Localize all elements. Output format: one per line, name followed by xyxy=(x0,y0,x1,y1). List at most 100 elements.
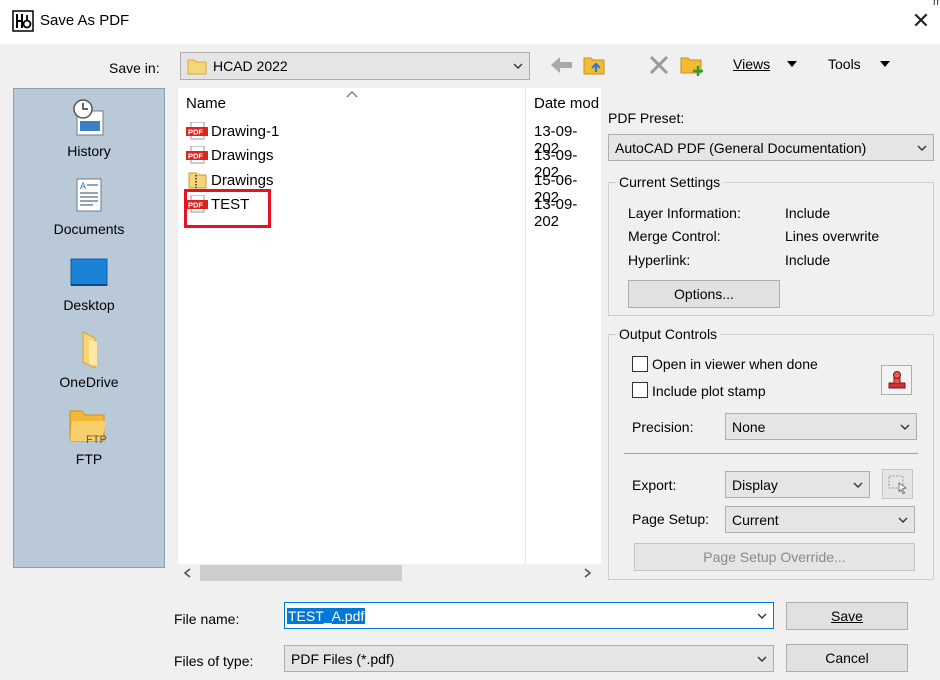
precision-value: None xyxy=(732,418,766,435)
scroll-left-icon[interactable] xyxy=(183,568,191,578)
file-list[interactable]: Name Date mod PDF Drawing-1 13-09-202 PD… xyxy=(178,88,601,564)
sort-ascending-icon xyxy=(346,91,358,98)
save-in-label: Save in: xyxy=(109,60,160,76)
column-header-name[interactable]: Name xyxy=(186,95,226,112)
chevron-down-icon xyxy=(757,613,767,619)
setting-key: Layer Information: xyxy=(628,205,741,221)
precision-label: Precision: xyxy=(632,419,694,435)
desktop-icon xyxy=(70,258,108,286)
places-bar: History A Documents Desktop OneDrive FTP… xyxy=(13,88,165,568)
views-dropdown-arrow-icon[interactable] xyxy=(786,60,798,68)
options-button[interactable]: Options... xyxy=(628,280,780,308)
place-ftp[interactable]: FTP FTP xyxy=(14,407,164,467)
place-documents[interactable]: A Documents xyxy=(14,175,164,237)
column-header-date[interactable]: Date mod xyxy=(534,95,599,112)
place-label: History xyxy=(67,143,111,159)
chevron-down-icon xyxy=(513,63,523,69)
column-separator[interactable] xyxy=(525,88,526,564)
page-setup-value: Current xyxy=(732,511,779,528)
title-bar xyxy=(0,0,940,44)
chevron-down-icon xyxy=(757,656,767,662)
horizontal-scrollbar[interactable] xyxy=(178,564,601,582)
documents-icon: A xyxy=(76,178,102,212)
ftp-folder-icon: FTP xyxy=(69,410,107,446)
stamp-icon xyxy=(888,371,905,389)
history-icon xyxy=(73,99,104,136)
up-folder-icon[interactable] xyxy=(582,52,608,78)
file-name: Drawings xyxy=(211,171,274,189)
save-in-value: HCAD 2022 xyxy=(213,58,288,74)
select-window-icon xyxy=(888,475,907,495)
pdf-file-icon: PDF xyxy=(186,122,208,140)
chevron-down-icon xyxy=(898,517,908,523)
tools-menu[interactable]: Tools xyxy=(828,56,861,72)
cancel-button[interactable]: Cancel xyxy=(786,644,908,672)
views-menu[interactable]: Views xyxy=(733,56,770,72)
scrollbar-thumb[interactable] xyxy=(200,565,402,581)
export-value: Display xyxy=(732,476,778,493)
highlight-box xyxy=(184,189,271,228)
file-name-value: TEST_A.pdf xyxy=(287,607,366,624)
app-icon xyxy=(12,10,34,32)
svg-text:A: A xyxy=(80,181,86,191)
setting-key: Merge Control: xyxy=(628,228,721,244)
zip-folder-icon xyxy=(188,172,207,189)
section-divider xyxy=(624,453,918,454)
save-button[interactable]: Save xyxy=(786,602,908,630)
close-icon[interactable]: ✕ xyxy=(906,8,936,36)
place-label: Desktop xyxy=(63,297,115,313)
save-in-dropdown[interactable]: HCAD 2022 xyxy=(180,52,530,80)
select-window-button[interactable] xyxy=(882,469,913,499)
place-onedrive[interactable]: OneDrive xyxy=(14,330,164,390)
chevron-down-icon xyxy=(853,482,863,488)
open-in-viewer-checkbox[interactable] xyxy=(632,356,648,372)
page-setup-override-button[interactable]: Page Setup Override... xyxy=(634,543,915,571)
export-label: Export: xyxy=(632,477,677,493)
list-item[interactable]: PDF Drawings xyxy=(186,143,274,167)
file-date: 13-09-202 xyxy=(534,196,578,230)
new-folder-icon[interactable] xyxy=(679,52,705,78)
setting-value: Include xyxy=(785,252,831,268)
onedrive-folder-icon xyxy=(82,331,97,369)
place-label: Documents xyxy=(53,221,125,237)
export-dropdown[interactable]: Display xyxy=(725,471,870,498)
place-desktop[interactable]: Desktop xyxy=(14,253,164,313)
svg-text:PDF: PDF xyxy=(188,152,203,161)
setting-key: Hyperlink: xyxy=(628,252,691,268)
corner-mark: m xyxy=(933,0,940,8)
folder-icon xyxy=(187,59,207,75)
file-name: Drawing-1 xyxy=(211,122,280,140)
open-in-viewer-label[interactable]: Open in viewer when done xyxy=(652,356,818,372)
list-item[interactable]: PDF Drawing-1 xyxy=(186,119,279,143)
scroll-right-icon[interactable] xyxy=(584,568,592,578)
svg-text:PDF: PDF xyxy=(188,128,203,137)
tools-dropdown-arrow-icon[interactable] xyxy=(879,60,891,68)
file-type-dropdown[interactable]: PDF Files (*.pdf) xyxy=(284,645,774,672)
setting-value: Lines overwrite xyxy=(785,228,880,244)
window-title: Save As PDF xyxy=(40,12,130,29)
pdf-preset-dropdown[interactable]: AutoCAD PDF (General Documentation) xyxy=(608,134,934,161)
include-plot-stamp-label[interactable]: Include plot stamp xyxy=(652,383,766,399)
chevron-down-icon xyxy=(900,424,910,430)
include-plot-stamp-checkbox[interactable] xyxy=(632,382,648,398)
chevron-down-icon xyxy=(917,145,927,151)
file-name-input[interactable]: TEST_A.pdf xyxy=(284,602,774,629)
place-label: OneDrive xyxy=(59,374,119,390)
pdf-preset-value: AutoCAD PDF (General Documentation) xyxy=(615,139,867,156)
page-setup-dropdown[interactable]: Current xyxy=(725,506,915,533)
pdf-file-icon: PDF xyxy=(186,146,208,164)
delete-icon[interactable] xyxy=(648,54,670,76)
pdf-preset-label: PDF Preset: xyxy=(608,110,685,126)
back-arrow-icon[interactable] xyxy=(549,54,575,76)
ftp-badge: FTP xyxy=(86,434,107,446)
output-controls-title: Output Controls xyxy=(616,326,721,342)
file-type-value: PDF Files (*.pdf) xyxy=(291,650,395,667)
place-label: FTP xyxy=(75,451,103,467)
precision-dropdown[interactable]: None xyxy=(725,413,917,440)
place-history[interactable]: History xyxy=(14,97,164,159)
plot-stamp-settings-button[interactable] xyxy=(881,365,912,395)
current-settings-title: Current Settings xyxy=(616,174,724,190)
page-setup-label: Page Setup: xyxy=(632,511,710,527)
file-name: Drawings xyxy=(211,146,274,164)
setting-value: Include xyxy=(785,205,831,221)
